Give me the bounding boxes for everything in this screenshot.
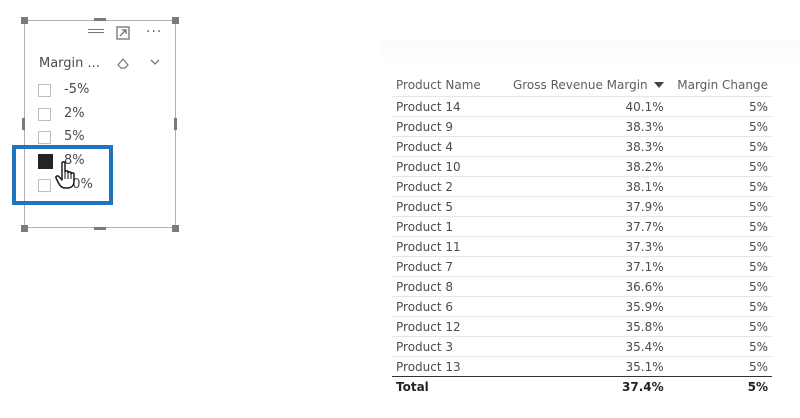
resize-handle-right[interactable] [174, 118, 177, 130]
cell-margin-change: 5% [667, 176, 772, 197]
cell-product: Product 8 [392, 276, 500, 297]
cell-product: Product 6 [392, 296, 500, 317]
checkbox[interactable] [38, 84, 51, 97]
resize-handle-left[interactable] [22, 118, 25, 130]
cell-margin-change: 5% [667, 96, 772, 117]
sort-descending-icon[interactable] [653, 82, 664, 88]
resize-handle-bottom-right[interactable] [172, 225, 179, 232]
slicer-title: Margin ... [39, 56, 100, 71]
cell-margin-change: 5% [667, 136, 772, 157]
cell-product: Product 9 [392, 116, 500, 137]
cell-product: Product 1 [392, 216, 500, 237]
cell-gross-revenue-margin: 37.9% [500, 196, 668, 217]
total-row: Total 37.4% 5% [392, 376, 772, 396]
cell-gross-revenue-margin: 37.7% [500, 216, 668, 237]
cell-gross-revenue-margin: 35.9% [500, 296, 668, 317]
product-margin-table[interactable]: Product Name Gross Revenue Margin Margin… [392, 74, 772, 396]
table-row[interactable]: Product 6 35.9% 5% [392, 296, 772, 317]
table-row[interactable]: Product 13 35.1% 5% [392, 356, 772, 377]
cell-product: Product 13 [392, 356, 500, 377]
cell-gross-revenue-margin: 36.6% [500, 276, 668, 297]
cell-product: Product 4 [392, 136, 500, 157]
cell-gross-revenue-margin: 37.3% [500, 236, 668, 257]
checkbox[interactable] [38, 108, 51, 121]
cell-gross-revenue-margin: 38.3% [500, 136, 668, 157]
resize-handle-bottom-left[interactable] [21, 225, 28, 232]
column-header-product-name[interactable]: Product Name [392, 74, 500, 97]
cell-product: Product 3 [392, 336, 500, 357]
column-header-margin-change[interactable]: Margin Change [668, 74, 772, 97]
cell-gross-revenue-margin: 38.2% [500, 156, 668, 177]
cell-margin-change: 5% [667, 156, 772, 177]
cell-gross-revenue-margin: 35.8% [500, 316, 668, 337]
table-row[interactable]: Product 7 37.1% 5% [392, 256, 772, 277]
cell-gross-revenue-margin: 38.1% [500, 176, 668, 197]
cell-margin-change: 5% [667, 296, 772, 317]
table-row[interactable]: Product 5 37.9% 5% [392, 196, 772, 217]
cell-margin-change: 5% [667, 216, 772, 237]
cell-product: Product 5 [392, 196, 500, 217]
chevron-down-icon[interactable] [148, 55, 162, 69]
cell-margin-change: 5% [667, 236, 772, 257]
table-row[interactable]: Product 8 36.6% 5% [392, 276, 772, 297]
slicer-item-label: 2% [64, 106, 85, 121]
table-row[interactable]: Product 12 35.8% 5% [392, 316, 772, 337]
cell-product: Product 11 [392, 236, 500, 257]
slicer-item-label: -5% [64, 82, 90, 97]
cell-product: Product 14 [392, 96, 500, 117]
slicer-item[interactable]: 2% [38, 106, 128, 122]
column-header-gross-revenue-margin[interactable]: Gross Revenue Margin [500, 74, 668, 97]
total-margin-change: 5% [667, 376, 772, 396]
drag-grip-icon[interactable] [88, 29, 104, 37]
resize-handle-bottom[interactable] [94, 227, 106, 230]
table-row[interactable]: Product 4 38.3% 5% [392, 136, 772, 157]
more-options-icon[interactable]: ··· [146, 24, 162, 40]
total-label: Total [392, 376, 500, 396]
slicer-item-label: 5% [64, 129, 85, 144]
cell-margin-change: 5% [667, 336, 772, 357]
cell-product: Product 7 [392, 256, 500, 277]
cell-margin-change: 5% [667, 356, 772, 377]
resize-handle-top-left[interactable] [21, 17, 28, 24]
cell-margin-change: 5% [667, 256, 772, 277]
table-header-row: Product Name Gross Revenue Margin Margin… [392, 74, 772, 97]
checkbox[interactable] [38, 131, 51, 144]
total-gross-revenue-margin: 37.4% [500, 376, 668, 396]
table-row[interactable]: Product 10 38.2% 5% [392, 156, 772, 177]
table-row[interactable]: Product 2 38.1% 5% [392, 176, 772, 197]
table-row[interactable]: Product 1 37.7% 5% [392, 216, 772, 237]
cell-margin-change: 5% [667, 196, 772, 217]
focus-mode-icon[interactable] [116, 26, 130, 40]
resize-handle-top-right[interactable] [172, 17, 179, 24]
table-row[interactable]: Product 11 37.3% 5% [392, 236, 772, 257]
clear-selections-icon[interactable] [116, 56, 130, 70]
hand-cursor-icon [55, 161, 75, 189]
cell-gross-revenue-margin: 38.3% [500, 116, 668, 137]
table-visual-header [380, 40, 800, 68]
cell-gross-revenue-margin: 40.1% [500, 96, 668, 117]
cell-margin-change: 5% [667, 316, 772, 337]
cell-product: Product 2 [392, 176, 500, 197]
slicer-item[interactable]: -5% [38, 82, 128, 98]
cell-gross-revenue-margin: 35.4% [500, 336, 668, 357]
cell-gross-revenue-margin: 35.1% [500, 356, 668, 377]
table-row[interactable]: Product 3 35.4% 5% [392, 336, 772, 357]
table-row[interactable]: Product 9 38.3% 5% [392, 116, 772, 137]
cell-product: Product 12 [392, 316, 500, 337]
cell-margin-change: 5% [667, 116, 772, 137]
slicer-item[interactable]: 5% [38, 129, 128, 145]
cell-margin-change: 5% [667, 276, 772, 297]
cell-product: Product 10 [392, 156, 500, 177]
resize-handle-top[interactable] [94, 18, 106, 21]
cell-gross-revenue-margin: 37.1% [500, 256, 668, 277]
table-row[interactable]: Product 14 40.1% 5% [392, 96, 772, 117]
